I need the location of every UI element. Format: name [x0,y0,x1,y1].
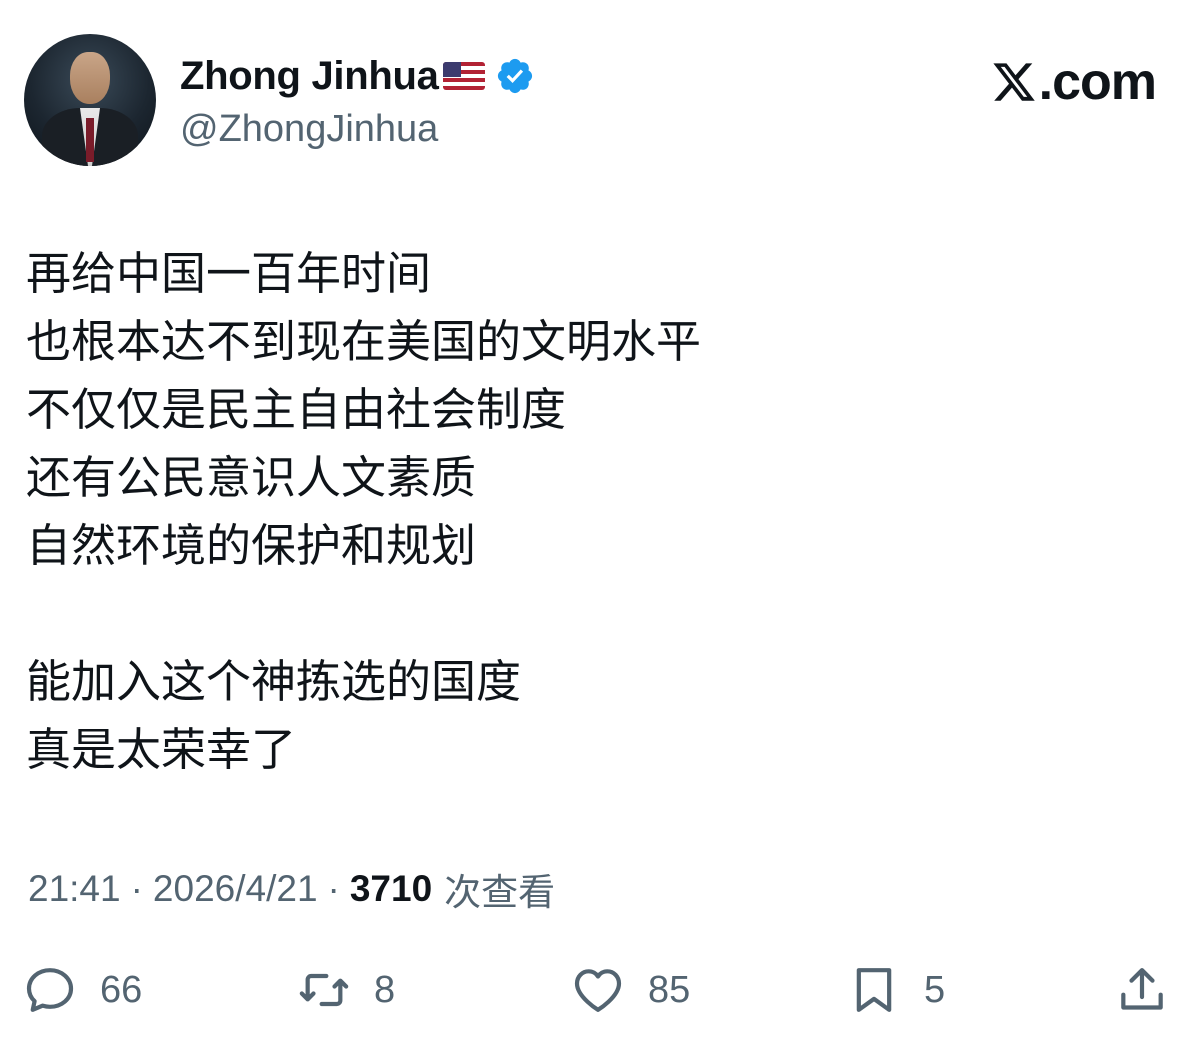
bookmark-button[interactable]: 5 [846,950,945,1030]
tweet-text: 再给中国一百年时间 也根本达不到现在美国的文明水平 不仅仅是民主自由社会制度 还… [26,240,701,784]
tweet-line: 能加入这个神拣选的国度 [26,655,522,708]
like-button[interactable]: 85 [570,950,690,1030]
meta-separator: · [327,868,340,909]
avatar[interactable] [24,34,156,166]
repost-button[interactable]: 8 [296,950,395,1030]
avatar-tie [86,118,94,162]
reply-count: 66 [100,968,143,1011]
repost-count: 8 [374,968,396,1011]
share-icon [1121,968,1163,1010]
us-flag-icon [442,62,485,90]
author-name-row[interactable]: Zhong Jinhua [180,48,535,104]
tweet-line: 自然环境的保护和规划 [26,519,477,572]
views-label: 次查看 [444,872,556,913]
reply-icon [26,968,74,1012]
tweet-line: 也根本达不到现在美国的文明水平 [26,315,702,368]
action-bar: 66 8 85 5 [0,950,1200,1030]
x-com-logo: .com [991,52,1157,112]
like-count: 85 [648,968,691,1011]
heart-icon [574,969,622,1012]
tweet-line: 不仅仅是民主自由社会制度 [26,383,567,436]
tweet-line: 再给中国一百年时间 [26,247,432,300]
reply-button[interactable]: 66 [22,950,142,1030]
logo-text: .com [1038,53,1157,111]
bookmark-icon [856,968,892,1012]
repost-icon [299,973,349,1007]
views-count[interactable]: 3710 [350,868,432,910]
x-logo-icon [993,63,1035,101]
bookmark-count: 5 [924,968,946,1011]
display-name[interactable]: Zhong Jinhua [180,54,439,99]
tweet-line: 真是太荣幸了 [26,723,297,776]
tweet-time[interactable]: 21:41 [28,868,121,910]
tweet-date[interactable]: 2026/4/21 [153,868,318,910]
tweet-line: 还有公民意识人文素质 [26,451,477,504]
share-button[interactable] [1114,950,1170,1030]
user-handle[interactable]: @ZhongJinhua [180,108,438,151]
meta-separator: · [130,868,143,909]
verified-badge-icon [497,58,532,94]
tweet-meta: 21:41 · 2026/4/21 · 3710 次查看 [28,862,555,916]
avatar-head [70,52,110,104]
